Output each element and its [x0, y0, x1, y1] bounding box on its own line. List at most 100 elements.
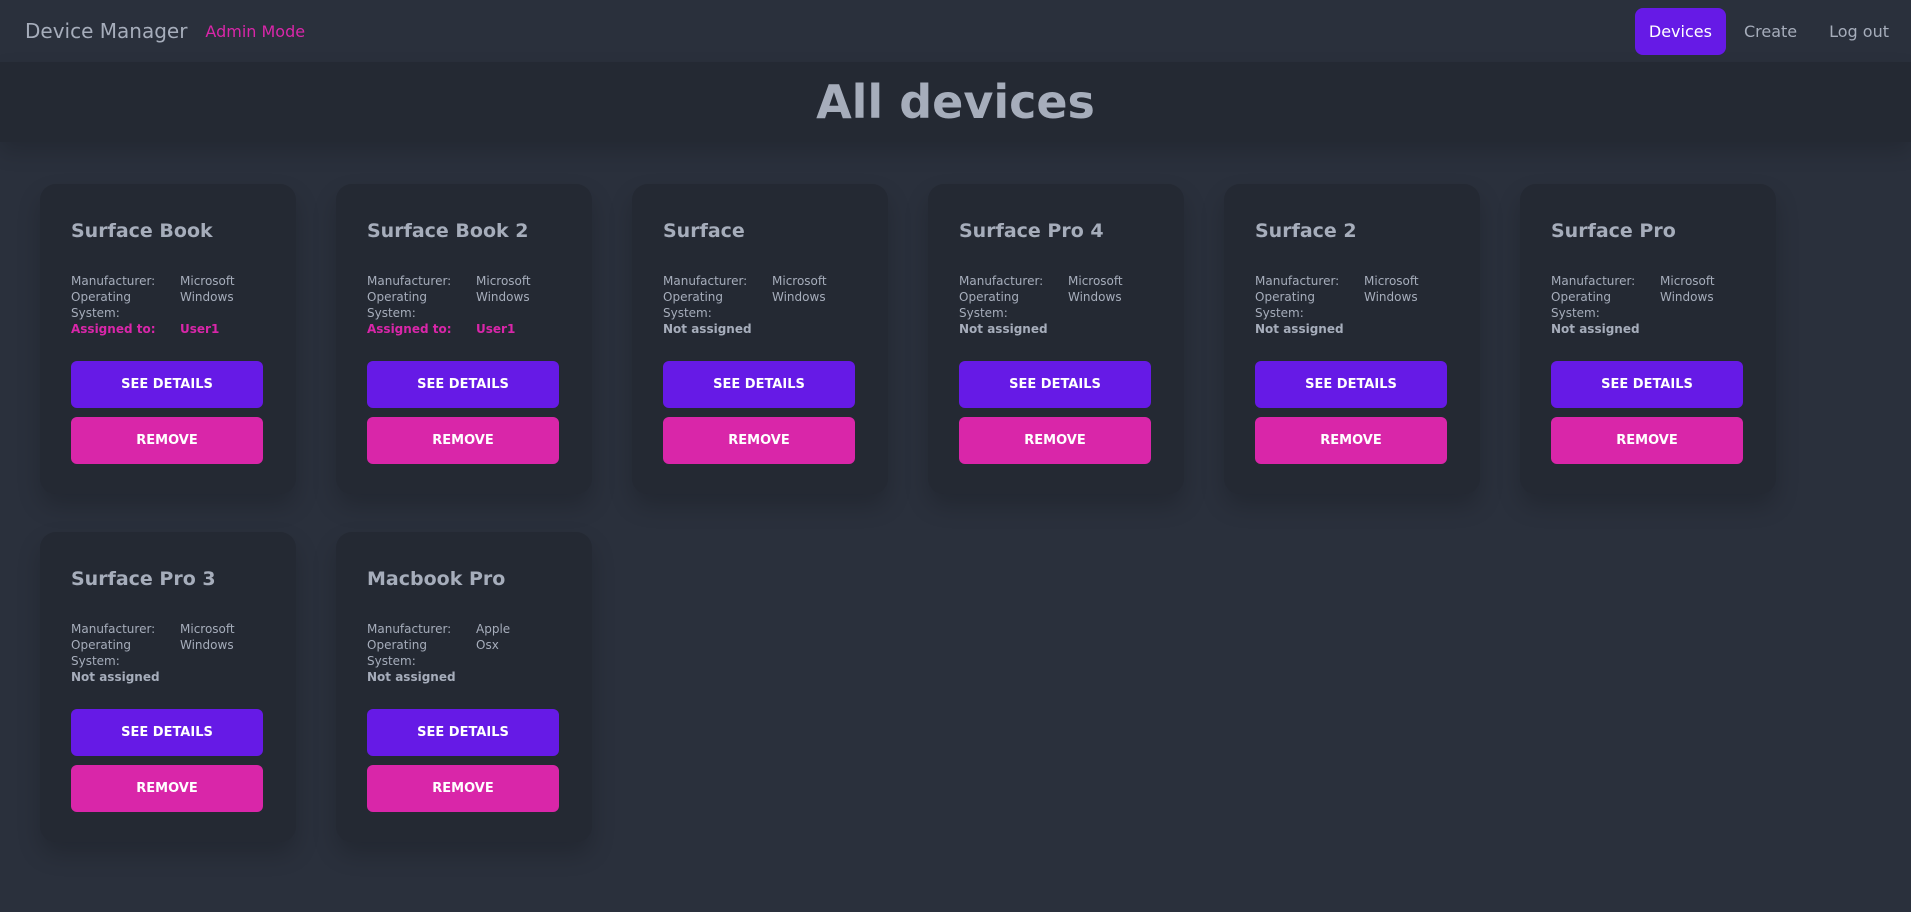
nav-create-link[interactable]: Create — [1730, 8, 1811, 55]
see-details-button[interactable]: SEE DETAILS — [1255, 361, 1447, 408]
assignment-row: Not assigned — [71, 669, 265, 685]
os-value: Windows — [1364, 290, 1418, 304]
device-card: Surface Book Manufacturer: Microsoft Ope… — [40, 184, 296, 494]
device-info: Manufacturer: Microsoft Operating System… — [71, 273, 265, 337]
manufacturer-value: Microsoft — [1660, 274, 1715, 288]
manufacturer-value: Apple — [476, 622, 511, 636]
os-value: Windows — [180, 290, 234, 304]
remove-button[interactable]: REMOVE — [1255, 417, 1447, 464]
manufacturer-row: Manufacturer: Microsoft — [71, 621, 265, 637]
device-info: Manufacturer: Apple Operating System: Os… — [367, 621, 561, 685]
manufacturer-label: Manufacturer: — [367, 274, 452, 288]
remove-button[interactable]: REMOVE — [71, 417, 263, 464]
manufacturer-value: Microsoft — [180, 622, 235, 636]
see-details-button[interactable]: SEE DETAILS — [71, 361, 263, 408]
manufacturer-label: Manufacturer: — [71, 622, 156, 636]
device-card: Surface Pro 4 Manufacturer: Microsoft Op… — [928, 184, 1184, 494]
os-row: Operating System: Windows — [959, 289, 1153, 321]
see-details-button[interactable]: SEE DETAILS — [959, 361, 1151, 408]
assigned-to-label: Assigned to: — [367, 322, 452, 336]
device-card: Surface Manufacturer: Microsoft Operatin… — [632, 184, 888, 494]
manufacturer-value: Microsoft — [1068, 274, 1123, 288]
os-row: Operating System: Osx — [367, 637, 561, 669]
manufacturer-row: Manufacturer: Microsoft — [71, 273, 265, 289]
assignment-row: Not assigned — [1551, 321, 1745, 337]
manufacturer-value: Microsoft — [180, 274, 235, 288]
device-name: Surface 2 — [1255, 220, 1357, 242]
os-row: Operating System: Windows — [1255, 289, 1449, 321]
nav-devices-link[interactable]: Devices — [1634, 7, 1726, 55]
manufacturer-label: Manufacturer: — [367, 622, 452, 636]
remove-button[interactable]: REMOVE — [367, 765, 559, 812]
not-assigned-label: Not assigned — [663, 322, 752, 336]
os-row: Operating System: Windows — [71, 637, 265, 669]
manufacturer-value: Microsoft — [476, 274, 531, 288]
not-assigned-label: Not assigned — [367, 670, 456, 684]
manufacturer-value: Microsoft — [772, 274, 827, 288]
assigned-to-label: Assigned to: — [71, 322, 156, 336]
device-card: Surface Pro Manufacturer: Microsoft Oper… — [1520, 184, 1776, 494]
device-name: Surface Pro 3 — [71, 568, 216, 590]
os-row: Operating System: Windows — [71, 289, 265, 321]
not-assigned-label: Not assigned — [959, 322, 1048, 336]
see-details-button[interactable]: SEE DETAILS — [367, 361, 559, 408]
not-assigned-label: Not assigned — [1551, 322, 1640, 336]
manufacturer-row: Manufacturer: Apple — [367, 621, 561, 637]
device-name: Surface Pro — [1551, 220, 1676, 242]
remove-button[interactable]: REMOVE — [71, 765, 263, 812]
manufacturer-label: Manufacturer: — [663, 274, 748, 288]
device-info: Manufacturer: Microsoft Operating System… — [367, 273, 561, 337]
device-card: Surface 2 Manufacturer: Microsoft Operat… — [1224, 184, 1480, 494]
os-value: Windows — [476, 290, 530, 304]
see-details-button[interactable]: SEE DETAILS — [71, 709, 263, 756]
device-info: Manufacturer: Microsoft Operating System… — [663, 273, 857, 337]
os-value: Windows — [180, 638, 234, 652]
assignment-row: Not assigned — [663, 321, 857, 337]
manufacturer-row: Manufacturer: Microsoft — [367, 273, 561, 289]
device-name: Surface Book 2 — [367, 220, 529, 242]
device-info: Manufacturer: Microsoft Operating System… — [959, 273, 1153, 337]
device-card: Macbook Pro Manufacturer: Apple Operatin… — [336, 532, 592, 842]
device-card: Surface Book 2 Manufacturer: Microsoft O… — [336, 184, 592, 494]
assignment-row: Assigned to: User1 — [367, 321, 561, 337]
os-row: Operating System: Windows — [1551, 289, 1745, 321]
assignment-row: Not assigned — [367, 669, 561, 685]
remove-button[interactable]: REMOVE — [663, 417, 855, 464]
os-value: Osx — [476, 638, 499, 652]
nav-links: Devices Create Log out — [1634, 7, 1903, 55]
manufacturer-label: Manufacturer: — [71, 274, 156, 288]
nav-logout-link[interactable]: Log out — [1815, 8, 1903, 55]
page-title: All devices — [816, 75, 1095, 129]
manufacturer-row: Manufacturer: Microsoft — [959, 273, 1153, 289]
see-details-button[interactable]: SEE DETAILS — [1551, 361, 1743, 408]
os-label: Operating System: — [959, 290, 1019, 320]
assigned-user: User1 — [476, 322, 516, 336]
os-label: Operating System: — [71, 290, 131, 320]
not-assigned-label: Not assigned — [71, 670, 160, 684]
device-grid: Surface Book Manufacturer: Microsoft Ope… — [0, 142, 1911, 842]
os-label: Operating System: — [1551, 290, 1611, 320]
os-label: Operating System: — [71, 638, 131, 668]
admin-mode-label: Admin Mode — [205, 21, 306, 41]
os-label: Operating System: — [1255, 290, 1315, 320]
remove-button[interactable]: REMOVE — [367, 417, 559, 464]
assignment-row: Not assigned — [959, 321, 1153, 337]
brand: Device Manager Admin Mode — [25, 19, 305, 43]
manufacturer-row: Manufacturer: Microsoft — [1255, 273, 1449, 289]
device-name: Surface Pro 4 — [959, 220, 1104, 242]
manufacturer-label: Manufacturer: — [1255, 274, 1340, 288]
navbar: Device Manager Admin Mode Devices Create… — [0, 0, 1911, 62]
os-value: Windows — [1660, 290, 1714, 304]
os-label: Operating System: — [367, 290, 427, 320]
manufacturer-value: Microsoft — [1364, 274, 1419, 288]
device-name: Macbook Pro — [367, 568, 506, 590]
assignment-row: Not assigned — [1255, 321, 1449, 337]
os-row: Operating System: Windows — [367, 289, 561, 321]
see-details-button[interactable]: SEE DETAILS — [367, 709, 559, 756]
manufacturer-label: Manufacturer: — [959, 274, 1044, 288]
remove-button[interactable]: REMOVE — [959, 417, 1151, 464]
app-title[interactable]: Device Manager — [25, 19, 187, 43]
see-details-button[interactable]: SEE DETAILS — [663, 361, 855, 408]
device-info: Manufacturer: Microsoft Operating System… — [1255, 273, 1449, 337]
remove-button[interactable]: REMOVE — [1551, 417, 1743, 464]
